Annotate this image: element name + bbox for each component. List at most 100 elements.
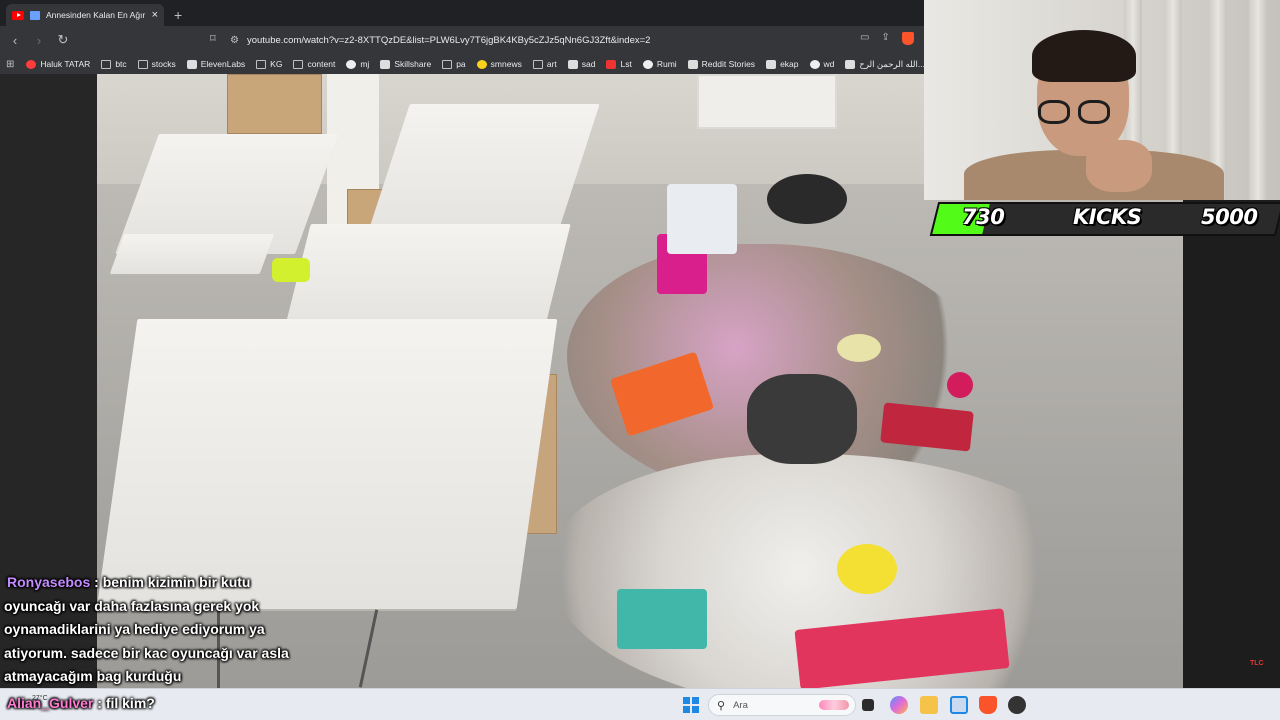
toolbar-actions: ▭ ⇪ bbox=[860, 32, 914, 45]
scene-shelf bbox=[697, 74, 837, 129]
folder-icon bbox=[442, 59, 453, 69]
windows-taskbar: 27°C ⚲ Ara bbox=[0, 688, 1280, 720]
scene-table bbox=[109, 234, 275, 274]
chat-line: oynamadiklarini ya hediye ediyorum ya bbox=[4, 621, 265, 637]
streamer-webcam bbox=[924, 0, 1280, 200]
bookmark-site-icon bbox=[567, 59, 578, 69]
cam-hand bbox=[1086, 140, 1152, 192]
folder-icon bbox=[256, 59, 267, 69]
address-bar[interactable]: ⚙ youtube.com/watch?v=z2-8XTTQzDE&list=P… bbox=[230, 30, 910, 50]
bookmark-star-icon[interactable]: ⌑ bbox=[210, 32, 216, 45]
search-highlight-icon bbox=[819, 700, 849, 710]
bookmark-item[interactable]: Haluk TATAR bbox=[26, 59, 90, 69]
chat-message: Ronyasebos : benim kizimin bir kutu oyun… bbox=[4, 571, 289, 689]
bookmark-item[interactable]: smnews bbox=[476, 59, 522, 69]
chat-line: Alian_Gulver : fil kim? bbox=[4, 692, 155, 716]
scene-cup bbox=[837, 334, 881, 362]
file-explorer-icon[interactable] bbox=[920, 696, 938, 714]
bookmark-item[interactable]: art bbox=[532, 59, 557, 69]
channel-badge: TLC bbox=[1250, 660, 1264, 667]
close-tab-icon[interactable]: × bbox=[152, 9, 158, 21]
goal-label: KICKS bbox=[1073, 205, 1142, 229]
apps-grid-icon[interactable]: ⊞ bbox=[6, 59, 14, 70]
brave-shield-icon[interactable] bbox=[901, 32, 914, 45]
search-icon: ⚲ bbox=[717, 699, 726, 712]
bookmark-item[interactable]: btc bbox=[101, 59, 127, 69]
browser-tab-bar: Annesinden Kalan En Ağır Mi... × + bbox=[0, 0, 924, 26]
scene-white-container bbox=[667, 184, 737, 254]
bookmark-item[interactable]: sad bbox=[567, 59, 595, 69]
bookmarks-bar: ⊞ Haluk TATAR btc stocks ElevenLabs KG c… bbox=[0, 54, 924, 74]
chat-line: oyuncağı var daha fazlasına gerek yok bbox=[4, 597, 260, 614]
browser-toolbar: ‹ › ↻ ⌑ ⚙ youtube.com/watch?v=z2-8XTTQzD… bbox=[0, 26, 924, 54]
bookmark-item[interactable]: wd bbox=[809, 59, 834, 69]
chat-line: Ronyasebos : benim kizimin bir kutu bbox=[4, 571, 289, 595]
chat-username: Alian_Gulver bbox=[7, 695, 94, 711]
copilot-icon[interactable] bbox=[890, 696, 908, 714]
skillshare-icon bbox=[380, 59, 391, 69]
snipping-tool-icon[interactable] bbox=[950, 696, 968, 714]
bookmark-item[interactable]: الله الرحمن الرح... bbox=[845, 59, 924, 70]
url-text[interactable]: youtube.com/watch?v=z2-8XTTQzDE&list=PLW… bbox=[247, 35, 651, 46]
github-icon bbox=[346, 59, 357, 69]
chat-username: Ronyasebos bbox=[7, 574, 91, 590]
playlist-favicon-icon bbox=[30, 10, 40, 20]
start-logo-pane bbox=[683, 697, 691, 705]
bookmark-item[interactable]: Skillshare bbox=[380, 59, 431, 69]
folder-icon bbox=[101, 59, 112, 69]
cast-icon[interactable]: ▭ bbox=[860, 32, 869, 45]
scene-table bbox=[283, 224, 571, 334]
tab-youtube-video[interactable]: Annesinden Kalan En Ağır Mi... × bbox=[6, 4, 164, 26]
folder-icon bbox=[137, 59, 148, 69]
elevenlabs-icon bbox=[186, 59, 197, 69]
chat-line: atiyorum. sadece bir kac oyuncağı var as… bbox=[4, 644, 289, 661]
bookmark-item[interactable]: KG bbox=[256, 59, 282, 69]
forward-button[interactable]: › bbox=[32, 33, 46, 48]
scene-teal-item bbox=[617, 589, 707, 649]
bookmark-item[interactable]: Rumi bbox=[642, 59, 677, 69]
bookmark-item[interactable]: mj bbox=[346, 59, 369, 69]
tab-title: Annesinden Kalan En Ağır Mi... bbox=[46, 10, 146, 20]
cam-hair bbox=[1032, 30, 1136, 82]
back-button[interactable]: ‹ bbox=[8, 33, 22, 48]
start-button[interactable] bbox=[683, 697, 699, 713]
cam-glasses-right bbox=[1078, 100, 1110, 124]
search-placeholder: Ara bbox=[733, 699, 748, 711]
scene-box bbox=[227, 74, 322, 134]
chat-text: : fil kim? bbox=[97, 695, 155, 711]
folder-icon bbox=[293, 59, 304, 69]
quran-icon bbox=[845, 59, 856, 69]
cam-glasses-left bbox=[1038, 100, 1070, 124]
chat-line: atmayacağım bag kurduğu bbox=[4, 668, 182, 684]
bookmark-item[interactable]: stocks bbox=[137, 59, 176, 69]
start-logo-pane bbox=[691, 697, 699, 705]
chat-message: Alian_Gulver : fil kim? bbox=[4, 692, 155, 716]
scene-green-bowl bbox=[272, 258, 310, 282]
cam-curtain bbox=[1249, 0, 1267, 200]
bookmark-item[interactable]: content bbox=[293, 59, 335, 69]
scene-cup bbox=[947, 372, 973, 398]
folder-icon bbox=[532, 59, 543, 69]
goal-current: 730 bbox=[962, 205, 1005, 229]
scene-yellow-item bbox=[837, 544, 897, 594]
bookmark-item[interactable]: ekap bbox=[766, 59, 799, 69]
brave-browser-icon[interactable] bbox=[979, 696, 997, 714]
site-info-icon[interactable]: ⚙ bbox=[230, 35, 239, 46]
reddit-stories-icon bbox=[687, 59, 698, 69]
goal-target: 5000 bbox=[1201, 205, 1258, 229]
scene-table bbox=[97, 319, 558, 609]
task-view-icon[interactable] bbox=[862, 699, 874, 711]
bookmark-item[interactable]: ElevenLabs bbox=[186, 59, 245, 69]
chat-text: : benim kizimin bir kutu bbox=[94, 574, 251, 590]
scene-black-bag bbox=[767, 174, 847, 224]
taskbar-search[interactable]: ⚲ Ara bbox=[708, 694, 856, 716]
bookmark-item[interactable]: Lst bbox=[606, 59, 632, 69]
app-icon[interactable] bbox=[1008, 696, 1026, 714]
share-icon[interactable]: ⇪ bbox=[881, 32, 889, 45]
youtube-icon bbox=[26, 59, 37, 69]
bookmark-item[interactable]: Reddit Stories bbox=[687, 59, 755, 69]
reload-button[interactable]: ↻ bbox=[56, 32, 70, 48]
bookmark-item[interactable]: pa bbox=[442, 59, 466, 69]
youtube-favicon-icon bbox=[12, 10, 24, 20]
new-tab-button[interactable]: + bbox=[174, 7, 182, 23]
